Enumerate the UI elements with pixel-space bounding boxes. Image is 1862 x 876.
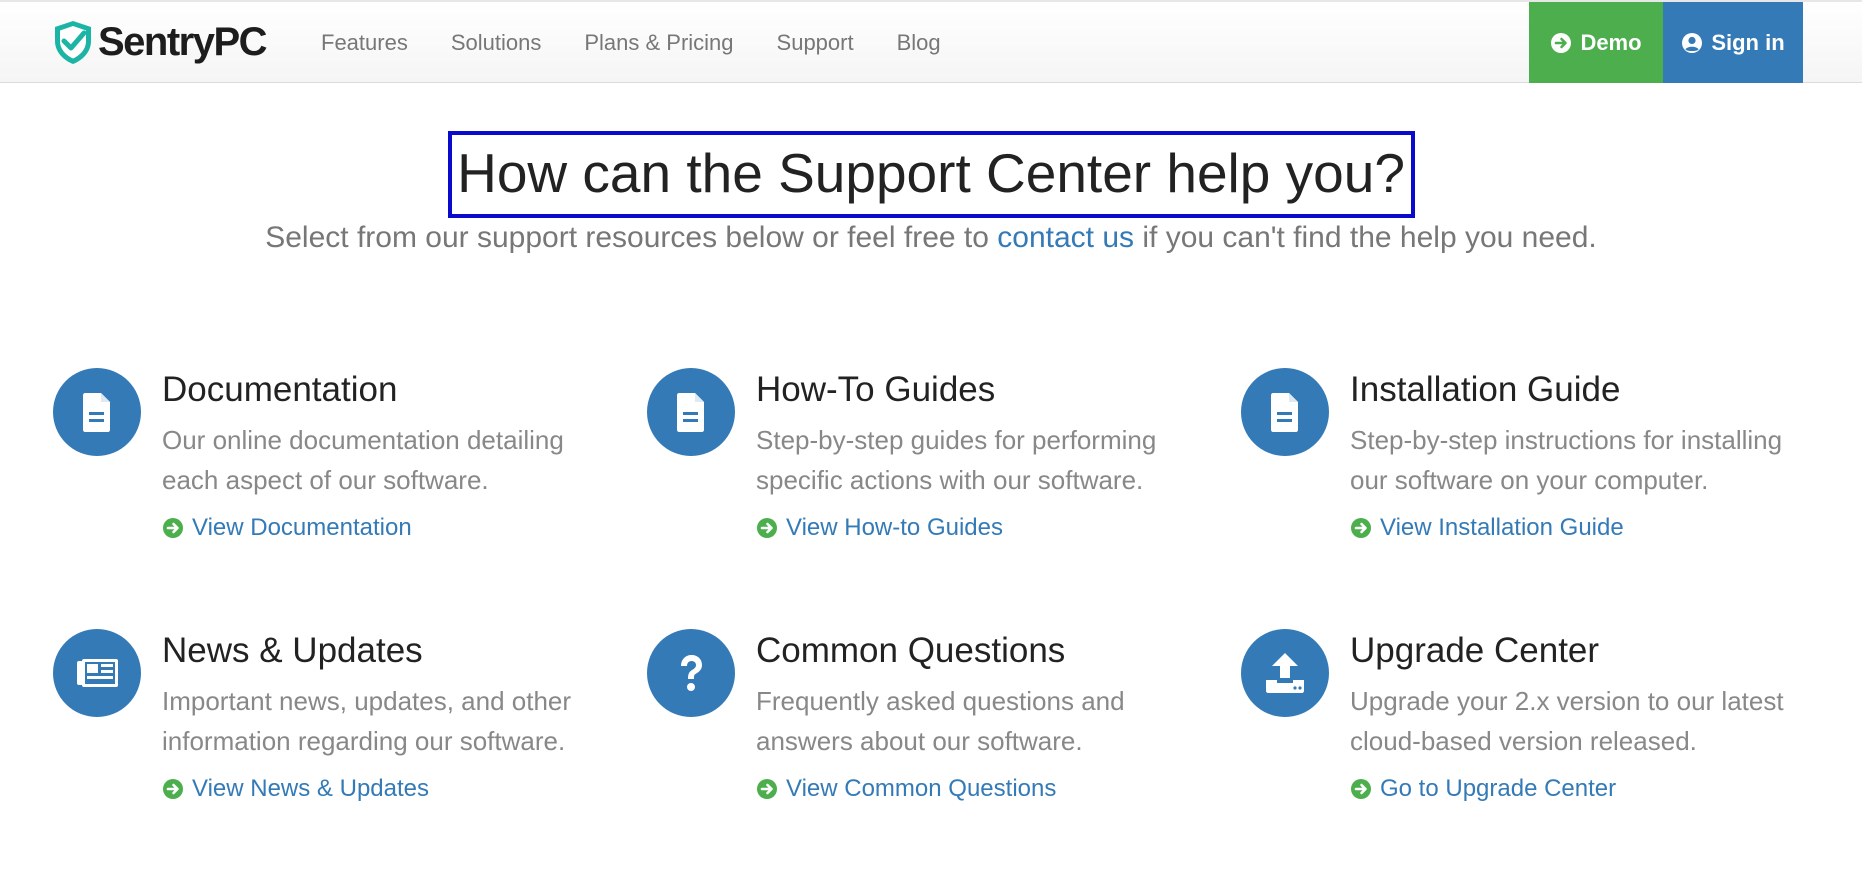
link-label: View How-to Guides <box>786 514 1003 541</box>
arrow-circle-right-icon <box>757 779 777 799</box>
link-label: View Documentation <box>192 514 412 541</box>
card-news-updates: News & Updates Important news, updates, … <box>53 629 573 829</box>
card-description: Upgrade your 2.x version to our latest c… <box>1350 686 1784 756</box>
view-installation-guide-link[interactable]: View Installation Guide <box>1350 514 1624 542</box>
arrow-circle-right-icon <box>163 779 183 799</box>
sign-in-label: Sign in <box>1711 29 1785 55</box>
arrow-circle-right-icon <box>1551 32 1572 53</box>
arrow-circle-right-icon <box>1351 518 1371 538</box>
link-label: View Common Questions <box>786 775 1057 802</box>
nav-features[interactable]: Features <box>321 30 408 56</box>
main-nav: Features Solutions Plans & Pricing Suppo… <box>321 2 984 83</box>
document-icon <box>83 393 110 432</box>
card-upgrade-center: Upgrade Center Upgrade your 2.x version … <box>1241 629 1784 829</box>
installation-icon-circle <box>1241 368 1329 456</box>
card-how-to-guides: How-To Guides Step-by-step guides for pe… <box>647 368 1167 568</box>
questions-icon-circle <box>647 629 735 717</box>
arrow-circle-right-icon <box>757 518 777 538</box>
card-title: Installation Guide <box>1350 370 1621 409</box>
demo-label: Demo <box>1580 29 1642 55</box>
nav-support[interactable]: Support <box>777 30 854 56</box>
card-title: Upgrade Center <box>1350 631 1600 670</box>
card-description: Important news, updates, and other infor… <box>162 686 572 756</box>
user-circle-icon <box>1682 32 1703 53</box>
nav-plans-pricing[interactable]: Plans & Pricing <box>584 30 733 56</box>
subtitle-before: Select from our support resources below … <box>265 221 989 254</box>
view-documentation-link[interactable]: View Documentation <box>162 514 412 542</box>
arrow-circle-right-icon <box>1351 779 1371 799</box>
upload-icon <box>1266 653 1304 693</box>
view-news-updates-link[interactable]: View News & Updates <box>162 775 429 803</box>
card-title: How-To Guides <box>756 370 996 409</box>
nav-blog[interactable]: Blog <box>897 30 941 56</box>
card-description: Our online documentation detailing each … <box>162 425 564 495</box>
arrow-circle-right-icon <box>163 518 183 538</box>
shield-check-icon <box>55 21 91 64</box>
view-common-questions-link[interactable]: View Common Questions <box>756 775 1056 803</box>
card-description: Step-by-step instructions for installing… <box>1350 425 1783 495</box>
logo[interactable]: SentryPC <box>52 18 268 66</box>
card-title: News & Updates <box>162 631 423 670</box>
card-common-questions: Common Questions Frequently asked questi… <box>647 629 1167 829</box>
document-icon <box>1271 393 1298 432</box>
news-icon-circle <box>53 629 141 717</box>
newspaper-icon <box>77 659 118 687</box>
how-to-icon-circle <box>647 368 735 456</box>
card-title: Common Questions <box>756 631 1066 670</box>
contact-us-link[interactable]: contact us <box>997 221 1134 254</box>
question-icon <box>681 655 702 691</box>
card-installation-guide: Installation Guide Step-by-step instruct… <box>1241 368 1782 568</box>
sign-in-button[interactable]: Sign in <box>1663 2 1803 83</box>
link-label: Go to Upgrade Center <box>1380 775 1617 802</box>
navbar: SentryPC Features Solutions Plans & Pric… <box>0 0 1862 83</box>
card-description: Step-by-step guides for performing speci… <box>756 425 1157 495</box>
card-documentation: Documentation Our online documentation d… <box>53 368 573 568</box>
page-title: How can the Support Center help you? <box>457 142 1405 204</box>
subtitle-after: if you can't find the help you need. <box>1142 221 1597 254</box>
documentation-icon-circle <box>53 368 141 456</box>
link-label: View Installation Guide <box>1380 514 1624 541</box>
page-subtitle: Select from our support resources below … <box>0 218 1862 258</box>
brand-name: SentryPC <box>98 20 268 64</box>
demo-button[interactable]: Demo <box>1529 2 1663 83</box>
view-how-to-guides-link[interactable]: View How-to Guides <box>756 514 1003 542</box>
upgrade-icon-circle <box>1241 629 1329 717</box>
card-description: Frequently asked questions and answers a… <box>756 686 1125 756</box>
nav-solutions[interactable]: Solutions <box>451 30 542 56</box>
document-icon <box>677 393 704 432</box>
card-title: Documentation <box>162 370 398 409</box>
link-label: View News & Updates <box>192 775 429 802</box>
go-to-upgrade-center-link[interactable]: Go to Upgrade Center <box>1350 775 1616 803</box>
